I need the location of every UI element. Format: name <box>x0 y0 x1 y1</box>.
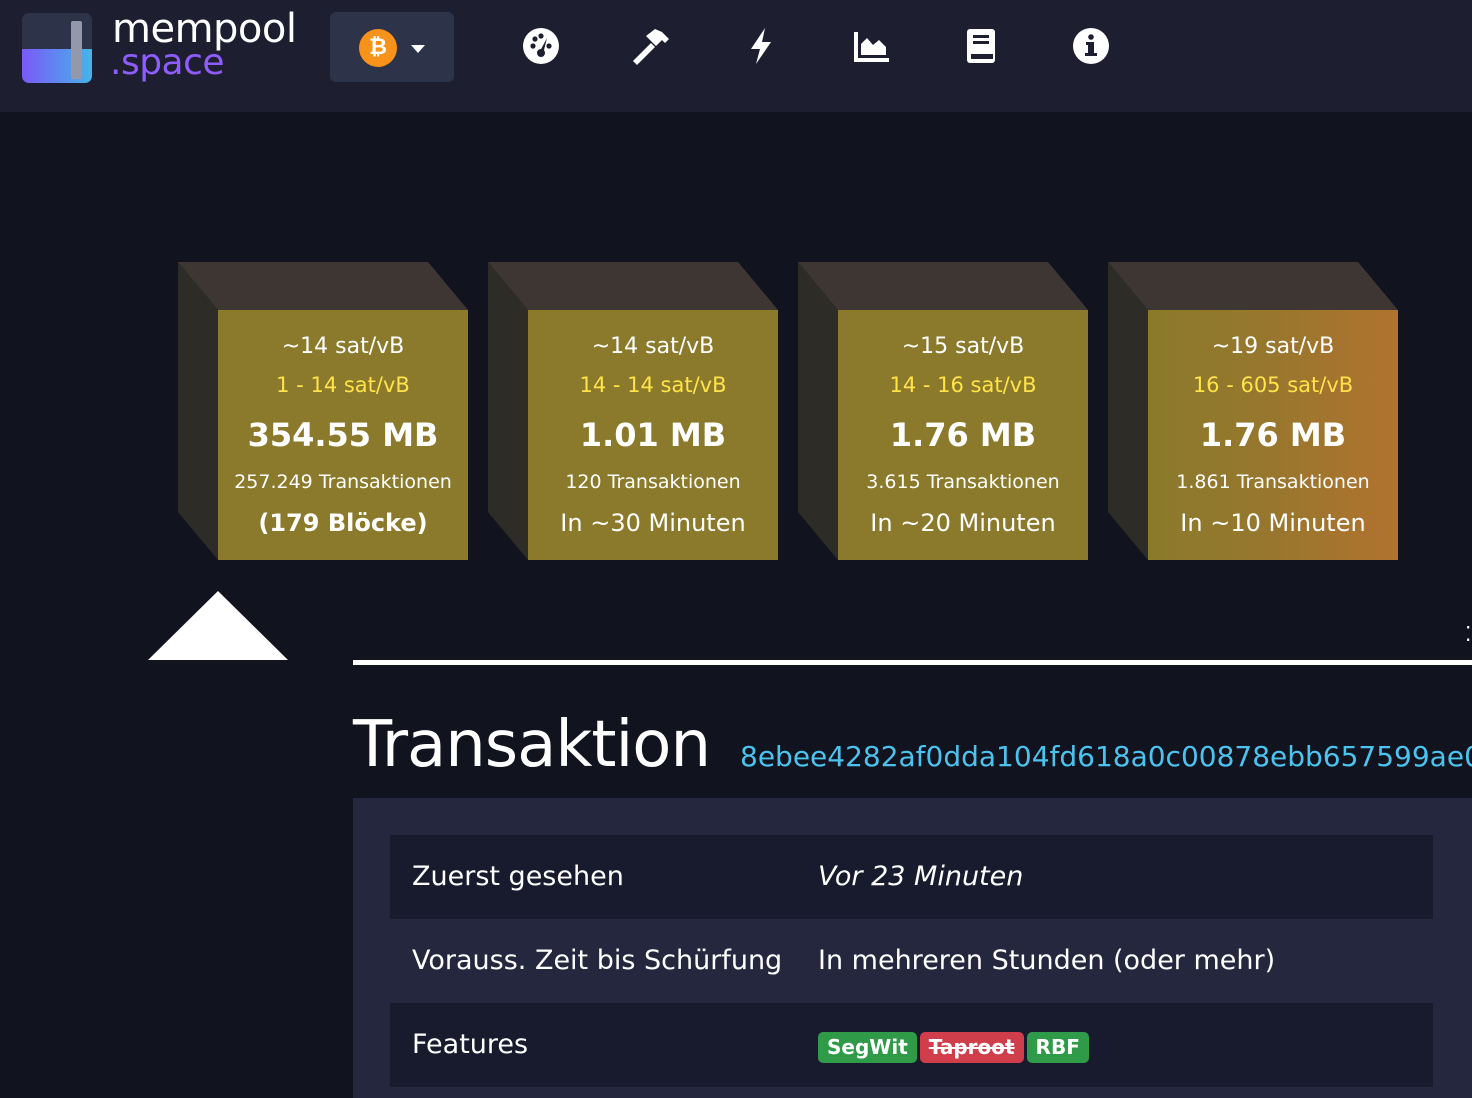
selected-block-arrow-icon <box>148 591 288 660</box>
blockchain-divider <box>353 660 1472 665</box>
rbf-badge[interactable]: RBF <box>1026 1032 1089 1063</box>
block-eta: (179 Blöcke) <box>258 509 428 537</box>
mempool-block-1[interactable]: ~14 sat/vB 1 - 14 sat/vB 354.55 MB 257.2… <box>178 262 468 560</box>
block-fee-range: 14 - 14 sat/vB <box>579 373 727 397</box>
block-fee-range: 1 - 14 sat/vB <box>276 373 410 397</box>
block-tx-count: 3.615 Transaktionen <box>866 471 1060 493</box>
eta-label: Vorauss. Zeit bis Schürfung <box>412 945 783 976</box>
eta-row: Vorauss. Zeit bis Schürfung In mehreren … <box>390 919 1433 1003</box>
block-tx-count: 1.861 Transaktionen <box>1176 471 1370 493</box>
block-median-fee: ~14 sat/vB <box>591 334 715 359</box>
logo-text-space[interactable]: .space <box>110 40 225 86</box>
block-eta: In ~10 Minuten <box>1180 509 1366 537</box>
mempool-block-2[interactable]: ~14 sat/vB 14 - 14 sat/vB 1.01 MB 120 Tr… <box>488 262 778 560</box>
block-eta: In ~30 Minuten <box>560 509 746 537</box>
block-size: 1.01 MB <box>579 416 727 454</box>
block-median-fee: ~14 sat/vB <box>281 334 405 359</box>
bitcoin-icon: ₿ <box>359 29 397 67</box>
hammer-icon[interactable] <box>629 24 673 68</box>
block-tx-count: 257.249 Transaktionen <box>234 471 452 493</box>
block-eta: In ~20 Minuten <box>870 509 1056 537</box>
first-seen-label: Zuerst gesehen <box>412 861 624 892</box>
first-seen-value: Vor 23 Minuten <box>818 861 1024 892</box>
chevron-down-icon <box>411 45 425 53</box>
mempool-logo-icon[interactable] <box>22 13 92 83</box>
block-size: 354.55 MB <box>247 416 439 454</box>
book-icon[interactable] <box>959 24 1003 68</box>
page-title: Transaktion <box>353 708 711 782</box>
features-label: Features <box>412 1029 529 1060</box>
area-chart-icon[interactable] <box>849 24 893 68</box>
top-navbar: mempool .space ₿ <box>0 0 1472 112</box>
block-fee-range: 16 - 605 sat/vB <box>1192 373 1354 397</box>
transaction-hash-link[interactable]: 8ebee4282af0dda104fd618a0c00878ebb657599… <box>740 740 1472 773</box>
eta-value: In mehreren Stunden (oder mehr) <box>818 945 1276 976</box>
mempool-block-3[interactable]: ~15 sat/vB 14 - 16 sat/vB 1.76 MB 3.615 … <box>798 262 1088 560</box>
block-tx-count: 120 Transaktionen <box>565 471 741 493</box>
first-seen-row: Zuerst gesehen Vor 23 Minuten <box>390 835 1433 919</box>
block-fee-range: 14 - 16 sat/vB <box>889 373 1037 397</box>
block-median-fee: ~15 sat/vB <box>901 334 1025 359</box>
taproot-badge[interactable]: Taproot <box>919 1032 1024 1063</box>
block-median-fee: ~19 sat/vB <box>1211 334 1335 359</box>
blockchain-divider-edge-icon: ⁚ <box>1465 622 1472 646</box>
features-row: Features SegWit Taproot RBF <box>390 1003 1433 1087</box>
block-size: 1.76 MB <box>1199 416 1347 454</box>
lightning-icon[interactable] <box>739 24 783 68</box>
mempool-block-4[interactable]: ~19 sat/vB 16 - 605 sat/vB 1.76 MB 1.861… <box>1108 262 1398 560</box>
info-icon[interactable] <box>1069 24 1113 68</box>
feature-badges: SegWit Taproot RBF <box>818 1032 1092 1063</box>
segwit-badge[interactable]: SegWit <box>818 1032 917 1063</box>
gauge-icon[interactable] <box>519 24 563 68</box>
network-selector-button[interactable]: ₿ <box>330 12 454 82</box>
block-size: 1.76 MB <box>889 416 1037 454</box>
